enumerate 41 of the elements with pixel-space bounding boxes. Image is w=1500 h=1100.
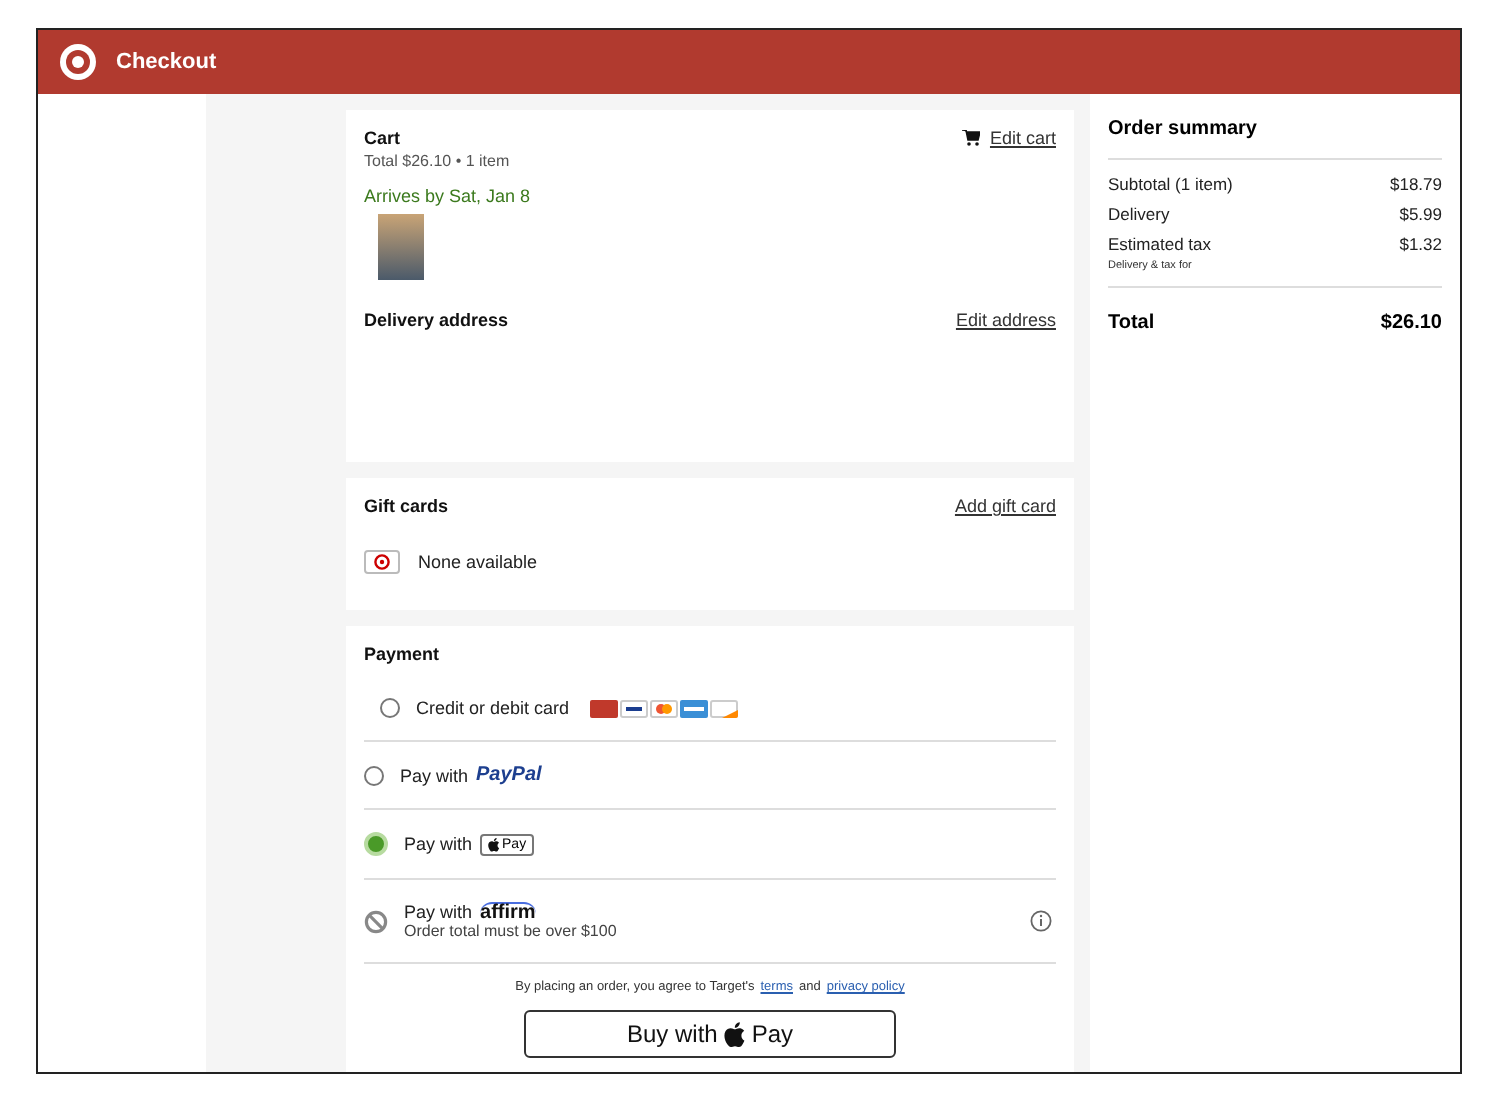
arrival-date-text: Arrives by Sat, Jan 8 bbox=[364, 186, 533, 206]
cart-icon bbox=[961, 130, 980, 146]
buy-with-apple-pay-button[interactable]: Buy with Pay bbox=[524, 1010, 896, 1058]
gift-card-icon bbox=[364, 550, 400, 574]
summary-label: Subtotal (1 item) bbox=[1108, 172, 1233, 198]
info-icon[interactable] bbox=[1030, 910, 1052, 932]
section-title: Delivery address bbox=[364, 310, 509, 330]
affirm-logo: affirm bbox=[480, 902, 536, 922]
radio-button[interactable] bbox=[380, 698, 400, 718]
edit-address-link[interactable]: Edit address bbox=[955, 310, 1056, 330]
bullseye-logo-icon[interactable] bbox=[58, 42, 98, 82]
product-photo-placeholder bbox=[378, 214, 424, 280]
cart-total-text: Total $26.10 • 1 item bbox=[364, 152, 510, 170]
card-brand-icon bbox=[589, 699, 618, 717]
payment-method-label: Pay with bbox=[404, 902, 473, 922]
section-title: Gift cards bbox=[364, 496, 449, 516]
radio-button[interactable] bbox=[364, 765, 384, 785]
summary-value: $18.79 bbox=[1390, 172, 1442, 198]
total-label: Total bbox=[1108, 312, 1155, 334]
payment-method-label: Credit or debit card bbox=[416, 698, 570, 718]
card-brand-icon bbox=[679, 699, 708, 717]
summary-label: Estimated tax bbox=[1108, 232, 1211, 258]
payment-method-note: Order total must be over $100 bbox=[404, 922, 619, 940]
summary-label: Delivery bbox=[1108, 202, 1170, 228]
apple-logo-icon bbox=[723, 1021, 746, 1047]
section-title: Cart bbox=[364, 128, 403, 148]
section-title: Order summary bbox=[1108, 112, 1442, 160]
edit-cart-link[interactable]: Edit cart bbox=[989, 128, 1056, 148]
page-title: Checkout bbox=[116, 50, 217, 74]
section-title: Payment bbox=[364, 644, 442, 664]
summary-value: $1.32 bbox=[1399, 232, 1442, 258]
card-brand-icon bbox=[709, 699, 738, 717]
card-brand-icon bbox=[619, 699, 648, 717]
add-gift-card-link[interactable]: Add gift card bbox=[954, 496, 1056, 516]
payment-method-label: Pay with bbox=[400, 765, 469, 785]
card-brand-icon bbox=[649, 699, 678, 717]
total-value: $26.10 bbox=[1380, 312, 1442, 334]
gift-card-status: None available bbox=[418, 552, 538, 572]
paypal-logo: PayPal bbox=[476, 764, 542, 786]
payment-method-label: Pay with bbox=[404, 834, 473, 854]
summary-value: $5.99 bbox=[1399, 202, 1442, 228]
